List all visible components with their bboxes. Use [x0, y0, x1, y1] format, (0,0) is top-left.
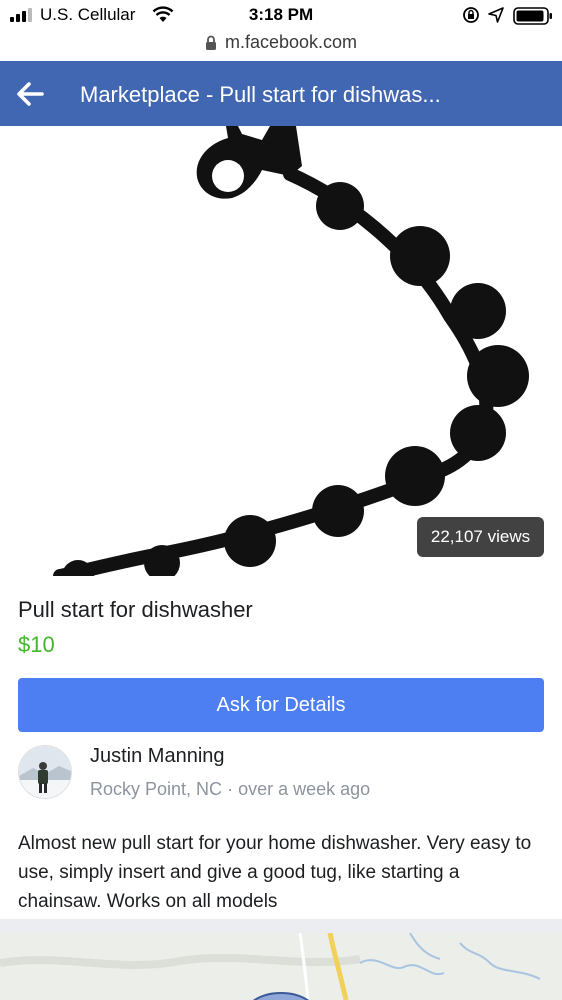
location-map[interactable]: [0, 933, 562, 1000]
battery-icon: [513, 7, 552, 25]
marketplace-header: Marketplace - Pull start for dishwas...: [0, 61, 562, 126]
listing-description: Almost new pull start for your home dish…: [18, 833, 532, 912]
back-arrow-icon[interactable]: [14, 79, 46, 109]
status-bar: U.S. Cellular 3:18 PM: [0, 0, 562, 30]
listing-photo[interactable]: [0, 126, 562, 576]
section-divider: [0, 919, 562, 933]
location-arrow-icon: [488, 7, 504, 23]
seller-name[interactable]: Justin Manning: [90, 745, 225, 768]
page-title: Marketplace - Pull start for dishwas...: [80, 82, 441, 107]
listing-price: $10: [18, 632, 55, 657]
listing-image: [53, 126, 529, 576]
seller-location: Rocky Point, NC: [90, 779, 223, 799]
avatar-photo: [19, 746, 71, 798]
ask-for-details-button[interactable]: Ask for Details: [18, 678, 544, 732]
seller-meta: Rocky Point, NC · over a week ago: [90, 779, 370, 800]
lock-icon: [205, 35, 216, 50]
meta-separator: ·: [227, 779, 234, 799]
url-text: m.facebook.com: [224, 32, 358, 52]
posted-time: over a week ago: [238, 779, 371, 799]
seller-avatar[interactable]: [18, 745, 72, 799]
rotation-lock-icon: [463, 7, 479, 23]
listing-title: Pull start for dishwasher: [18, 597, 253, 622]
map-image: [0, 933, 562, 1000]
address-bar[interactable]: m.facebook.com: [0, 30, 562, 60]
view-count-badge: 22,107 views: [417, 517, 544, 557]
